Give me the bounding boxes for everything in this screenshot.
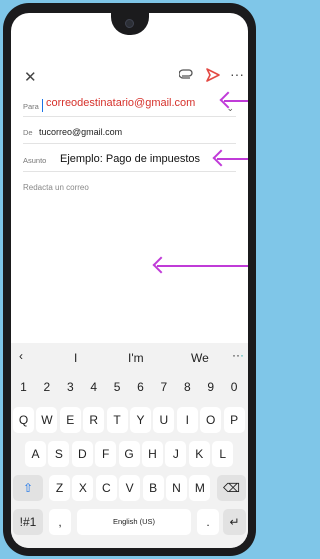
- key-p[interactable]: P: [223, 407, 245, 433]
- key-d[interactable]: D: [71, 441, 93, 467]
- camera-icon: [125, 19, 134, 28]
- from-row[interactable]: De tucorreo@gmail.com: [23, 120, 236, 144]
- paperclip-icon[interactable]: [179, 69, 195, 83]
- camera-notch: [111, 13, 149, 35]
- enter-icon[interactable]: ↵: [223, 509, 246, 535]
- to-row[interactable]: Para correodestinatario@gmail.com ⌄: [23, 93, 236, 117]
- keyboard: ‹ I I'm We ··· 1234567890QWERTYUIOPASDFG…: [11, 343, 248, 548]
- from-field[interactable]: tucorreo@gmail.com: [39, 127, 122, 137]
- keyboard-more-icon[interactable]: ···: [232, 348, 244, 362]
- backspace-icon[interactable]: ⌫: [217, 475, 246, 501]
- key-s[interactable]: S: [48, 441, 70, 467]
- key-g[interactable]: G: [118, 441, 140, 467]
- shift-icon[interactable]: ⇧: [13, 475, 43, 501]
- send-icon[interactable]: [205, 67, 221, 83]
- symbols-key[interactable]: !#1: [13, 509, 43, 535]
- comma-key[interactable]: ,: [49, 509, 71, 535]
- suggestion-3[interactable]: We: [191, 351, 209, 365]
- annotation-arrow-to: [224, 100, 248, 102]
- space-key[interactable]: English (US): [77, 509, 191, 535]
- key-u[interactable]: U: [153, 407, 175, 433]
- key-8[interactable]: 8: [177, 375, 198, 399]
- subject-label: Asunto: [23, 156, 47, 165]
- subject-field[interactable]: Ejemplo: Pago de impuestos: [60, 153, 200, 165]
- phone-frame: ✕ ··· Para correodestinatario@gmail.com …: [3, 3, 256, 556]
- to-label: Para: [23, 102, 39, 111]
- key-k[interactable]: K: [188, 441, 210, 467]
- compose-toolbar: ✕ ···: [11, 65, 248, 91]
- screen: ✕ ··· Para correodestinatario@gmail.com …: [11, 13, 248, 548]
- text-cursor: [42, 99, 43, 112]
- key-h[interactable]: H: [142, 441, 163, 467]
- key-c[interactable]: C: [95, 475, 117, 501]
- key-9[interactable]: 9: [200, 375, 221, 399]
- close-icon[interactable]: ✕: [24, 68, 37, 86]
- key-q[interactable]: Q: [13, 407, 34, 433]
- key-m[interactable]: M: [189, 475, 211, 501]
- key-3[interactable]: 3: [60, 375, 81, 399]
- to-field[interactable]: correodestinatario@gmail.com: [46, 97, 195, 109]
- key-1[interactable]: 1: [13, 375, 34, 399]
- keyboard-back-icon[interactable]: ‹: [19, 349, 23, 363]
- body-field[interactable]: Redacta un correo: [23, 183, 89, 192]
- key-l[interactable]: L: [212, 441, 234, 467]
- suggestion-bar: ‹ I I'm We ···: [11, 343, 248, 371]
- key-5[interactable]: 5: [107, 375, 128, 399]
- key-r[interactable]: R: [83, 407, 105, 433]
- key-e[interactable]: E: [59, 407, 81, 433]
- key-4[interactable]: 4: [83, 375, 104, 399]
- key-b[interactable]: B: [142, 475, 164, 501]
- key-o[interactable]: O: [200, 407, 222, 433]
- key-7[interactable]: 7: [153, 375, 174, 399]
- key-t[interactable]: T: [106, 407, 128, 433]
- suggestion-2[interactable]: I'm: [128, 351, 144, 365]
- key-6[interactable]: 6: [130, 375, 151, 399]
- key-j[interactable]: J: [165, 441, 187, 467]
- key-z[interactable]: Z: [49, 475, 70, 501]
- key-0[interactable]: 0: [224, 375, 245, 399]
- annotation-arrow-body: [157, 265, 248, 267]
- key-x[interactable]: X: [72, 475, 94, 501]
- from-label: De: [23, 128, 33, 137]
- key-a[interactable]: A: [25, 441, 46, 467]
- period-key[interactable]: .: [197, 509, 219, 535]
- annotation-arrow-subject: [217, 158, 248, 160]
- key-n[interactable]: N: [166, 475, 187, 501]
- suggestion-1[interactable]: I: [74, 351, 77, 365]
- key-v[interactable]: V: [119, 475, 141, 501]
- subject-row[interactable]: Asunto Ejemplo: Pago de impuestos: [23, 146, 236, 172]
- key-i[interactable]: I: [176, 407, 198, 433]
- key-f[interactable]: F: [95, 441, 117, 467]
- key-y[interactable]: Y: [130, 407, 151, 433]
- more-icon[interactable]: ···: [230, 66, 244, 82]
- key-2[interactable]: 2: [36, 375, 57, 399]
- key-w[interactable]: W: [36, 407, 58, 433]
